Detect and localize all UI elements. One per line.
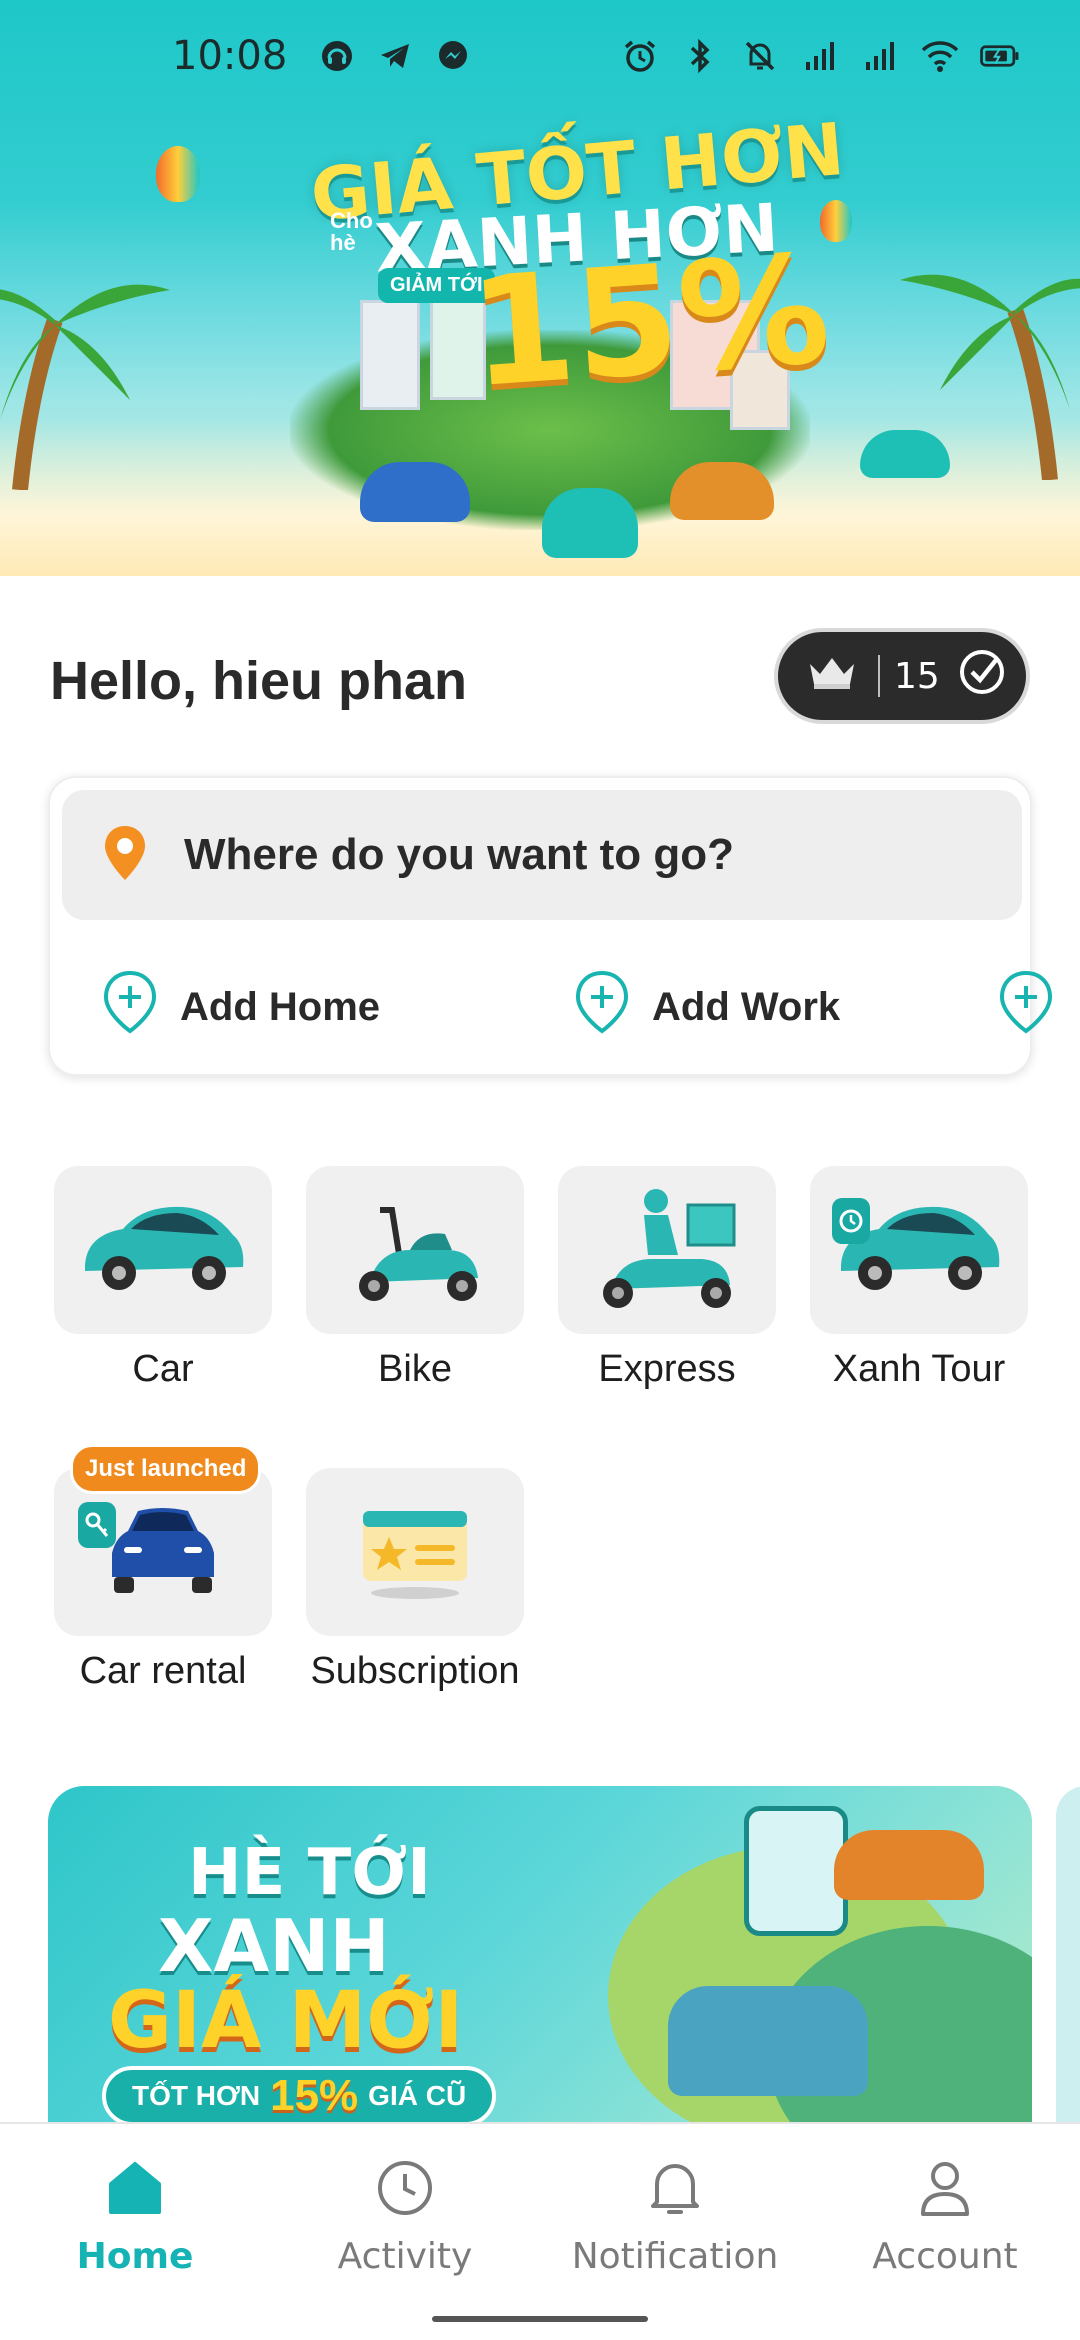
scooter-icon [359, 1207, 478, 1301]
alarm-icon [620, 36, 660, 76]
nav-label: Account [872, 2236, 1018, 2277]
delivery-scooter-icon [603, 1189, 736, 1308]
rental-car-icon [112, 1508, 214, 1593]
key-badge-icon [78, 1502, 116, 1548]
nav-label: Activity [337, 2236, 473, 2277]
promo-pill-suffix: GIÁ CŨ [368, 2080, 467, 2111]
service-express[interactable]: Express [558, 1166, 776, 1391]
teal-car-illustration [860, 430, 950, 478]
promo-pill: TỐT HƠN 15% GIÁ CŨ [102, 2066, 497, 2126]
nav-label: Home [76, 2236, 194, 2277]
promo-pill-percent: 15% [270, 2071, 359, 2120]
teal-car-illustration [542, 488, 638, 558]
bell-icon [540, 2148, 810, 2228]
service-xanh-tour[interactable]: Xanh Tour [810, 1166, 1028, 1391]
promo-pill-prefix: TỐT HƠN [132, 2080, 261, 2111]
service-tile [810, 1166, 1028, 1334]
clock-icon [270, 2148, 540, 2228]
destination-card: Where do you want to go? Add Home Add Wo… [48, 776, 1053, 1076]
nav-label: Notification [571, 2236, 779, 2277]
hero-subtext: Cho hè [330, 208, 373, 255]
palm-tree-illustration [0, 284, 170, 490]
gesture-home-indicator[interactable] [432, 2316, 648, 2322]
add-work-button[interactable]: Add Work [574, 970, 840, 1044]
saved-places-row: Add Home Add Work [102, 970, 1053, 1040]
greeting-text: Hello, hieu phan [50, 651, 468, 711]
pill-divider [878, 655, 880, 697]
subscription-card-icon [363, 1511, 467, 1599]
service-tile [558, 1166, 776, 1334]
status-bar: 10:08 [0, 0, 1080, 112]
nav-account[interactable]: Account [810, 2148, 1080, 2277]
service-label: Xanh Tour [832, 1348, 1006, 1390]
just-launched-badge: Just launched [70, 1444, 262, 1494]
service-label: Express [598, 1348, 736, 1390]
person-icon [810, 2148, 1080, 2228]
battery-charging-icon [980, 36, 1020, 76]
promo-line-3: GIÁ MỚI [108, 1976, 464, 2066]
status-time: 10:08 [172, 33, 288, 79]
phone-illustration [744, 1806, 848, 1936]
loyalty-rank-pill[interactable]: 15 [774, 628, 1030, 724]
orange-car-illustration [670, 462, 774, 520]
nav-activity[interactable]: Activity [270, 2148, 540, 2277]
crown-icon [806, 654, 858, 699]
add-pin-icon [102, 970, 158, 1044]
clock-badge-icon [832, 1198, 870, 1244]
mute-bell-icon [740, 36, 780, 76]
telegram-icon [375, 36, 415, 76]
messenger-icon [433, 36, 473, 76]
check-circle-icon [958, 648, 1006, 705]
signal-icon [800, 36, 840, 76]
add-pin-icon [998, 970, 1054, 1044]
service-label: Car [132, 1348, 194, 1390]
add-work-label: Add Work [652, 984, 841, 1029]
location-pin-icon [102, 824, 148, 887]
destination-search-input[interactable]: Where do you want to go? [62, 790, 1022, 920]
hero-banner[interactable]: 10:08 GIÁ TỐT HƠN Cho hè XANH HƠN GIẢM T… [0, 0, 1080, 576]
service-tile [306, 1468, 524, 1636]
service-car-rental[interactable]: Just launched Car rental [54, 1444, 272, 1693]
next-promo-banner-peek[interactable] [1056, 1786, 1080, 2126]
headset-icon [317, 36, 357, 76]
bluetooth-icon [680, 36, 720, 76]
signal-icon [860, 36, 900, 76]
hero-percent: 15% [464, 222, 835, 422]
service-tile [306, 1166, 524, 1334]
service-tile: Just launched [54, 1444, 272, 1636]
add-home-label: Add Home [180, 984, 380, 1029]
promo-banner[interactable]: HÈ TỚI XANH GIÁ MỚI TỐT HƠN 15% GIÁ CŨ [48, 1786, 1032, 2126]
add-pin-icon [574, 970, 630, 1044]
service-bike[interactable]: Bike [306, 1166, 524, 1391]
nav-home[interactable]: Home [0, 2148, 270, 2277]
service-subscription[interactable]: Subscription [306, 1468, 524, 1693]
balloon-illustration [156, 146, 200, 202]
rank-count: 15 [894, 655, 940, 697]
service-label: Car rental [79, 1650, 247, 1692]
promo-line-1: HÈ TỚI [188, 1836, 431, 1910]
service-label: Subscription [310, 1650, 520, 1692]
car-icon [85, 1206, 244, 1290]
service-label: Bike [378, 1348, 452, 1390]
building-illustration [360, 300, 420, 410]
wifi-icon [920, 36, 960, 76]
bottom-navigation: Home Activity Notification Account [0, 2122, 1080, 2340]
blue-car-illustration [360, 462, 470, 522]
service-car[interactable]: Car [54, 1166, 272, 1391]
nav-notification[interactable]: Notification [540, 2148, 810, 2277]
orange-car-illustration [834, 1830, 984, 1900]
blue-car-illustration [668, 1986, 868, 2096]
service-tile [54, 1166, 272, 1334]
home-icon [0, 2148, 270, 2228]
add-home-button[interactable]: Add Home [102, 970, 380, 1044]
add-place-button[interactable] [998, 970, 1054, 1044]
balloon-illustration [820, 200, 852, 242]
destination-placeholder: Where do you want to go? [184, 830, 734, 879]
